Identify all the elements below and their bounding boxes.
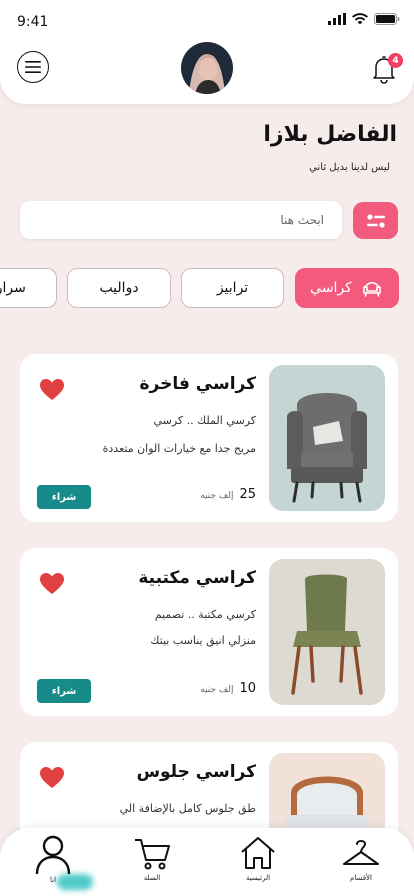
category-label: كراسي <box>310 280 352 296</box>
status-icons <box>328 13 400 25</box>
nav-home[interactable]: الرئيسية <box>228 834 288 882</box>
menu-button[interactable] <box>17 51 49 83</box>
buy-button[interactable]: شراء <box>37 485 91 509</box>
search-box <box>20 201 342 239</box>
nav-profile[interactable]: انا <box>23 834 83 884</box>
office-chair-icon <box>291 574 363 695</box>
product-desc-line: طق جلوس كامل بالإضافة الي <box>119 802 256 815</box>
nav-categories[interactable]: الأقسام <box>331 834 391 882</box>
price-unit: إلف جنيه <box>200 685 234 695</box>
product-title: كراسي فاخرة <box>139 374 256 394</box>
nav-label: الأقسام <box>350 874 372 882</box>
battery-icon <box>374 13 400 25</box>
nav-label: السلة <box>143 874 161 882</box>
user-icon <box>35 835 71 874</box>
category-row: كراسي ترابيز دواليب سرارير <box>0 268 414 310</box>
product-card[interactable]: كراسي مكتبية كرسي مكتبة .. تصميم منزلي ا… <box>20 548 398 716</box>
signal-icon <box>328 13 346 25</box>
notifications-button[interactable]: 4 <box>367 52 403 86</box>
product-desc-line: منزلي انيق يناسب بيتك <box>150 634 256 647</box>
product-desc-line: كرسي مكتبة .. تصميم <box>154 608 256 621</box>
price-value: 10 <box>239 681 256 696</box>
nav-label: الرئيسية <box>245 874 271 882</box>
home-icon <box>241 837 275 869</box>
search-input[interactable] <box>20 201 342 239</box>
filter-button[interactable] <box>353 202 398 239</box>
category-wardrobes[interactable]: دواليب <box>67 268 171 308</box>
category-label: ترابيز <box>216 280 249 296</box>
hanger-icon <box>343 840 379 865</box>
status-time: 9:41 <box>17 14 49 30</box>
hamburger-icon <box>25 61 41 73</box>
category-label: دواليب <box>99 280 139 296</box>
price-unit: إلف جنيه <box>200 491 234 501</box>
notification-badge: 4 <box>388 53 403 68</box>
product-image <box>269 559 385 705</box>
favorite-heart-icon[interactable] <box>39 766 65 790</box>
category-label: سرارير <box>0 280 26 296</box>
product-desc-line: مريح جدا مع خيارات الوان متعددة <box>102 442 256 455</box>
product-title: كراسي مكتبية <box>138 568 256 588</box>
top-header: 9:41 4 <box>0 0 414 104</box>
cart-icon <box>135 839 170 870</box>
product-title: كراسي جلوس <box>136 762 256 782</box>
product-price: 25 إلف جنيه <box>200 487 256 502</box>
category-beds[interactable]: سرارير <box>0 268 57 308</box>
avatar[interactable] <box>181 42 233 94</box>
page-subtitle: ليس لدينا بديل ثاني <box>309 162 390 173</box>
favorite-heart-icon[interactable] <box>39 378 65 402</box>
page-title: الفاضل بلازا <box>263 122 397 147</box>
nav-label: انا <box>49 876 57 884</box>
product-card[interactable]: كراسي فاخرة كرسي الملك .. كرسي مريح جدا … <box>20 354 398 522</box>
price-value: 25 <box>239 487 256 502</box>
wingback-chair-icon <box>287 393 367 503</box>
nav-cart[interactable]: السلة <box>122 834 182 882</box>
buy-button[interactable]: شراء <box>37 679 91 703</box>
filter-icon <box>366 213 385 228</box>
category-chairs[interactable]: كراسي <box>295 268 399 308</box>
product-image <box>269 365 385 511</box>
wifi-icon <box>352 13 368 25</box>
category-tables[interactable]: ترابيز <box>181 268 284 308</box>
bottom-nav: انا السلة الرئيسية الأقسام <box>0 828 414 896</box>
favorite-heart-icon[interactable] <box>39 572 65 596</box>
product-price: 10 إلف جنيه <box>200 681 256 696</box>
armchair-icon <box>360 276 384 300</box>
product-desc-line: كرسي الملك .. كرسي <box>153 414 256 427</box>
user-photo-icon <box>181 42 233 94</box>
